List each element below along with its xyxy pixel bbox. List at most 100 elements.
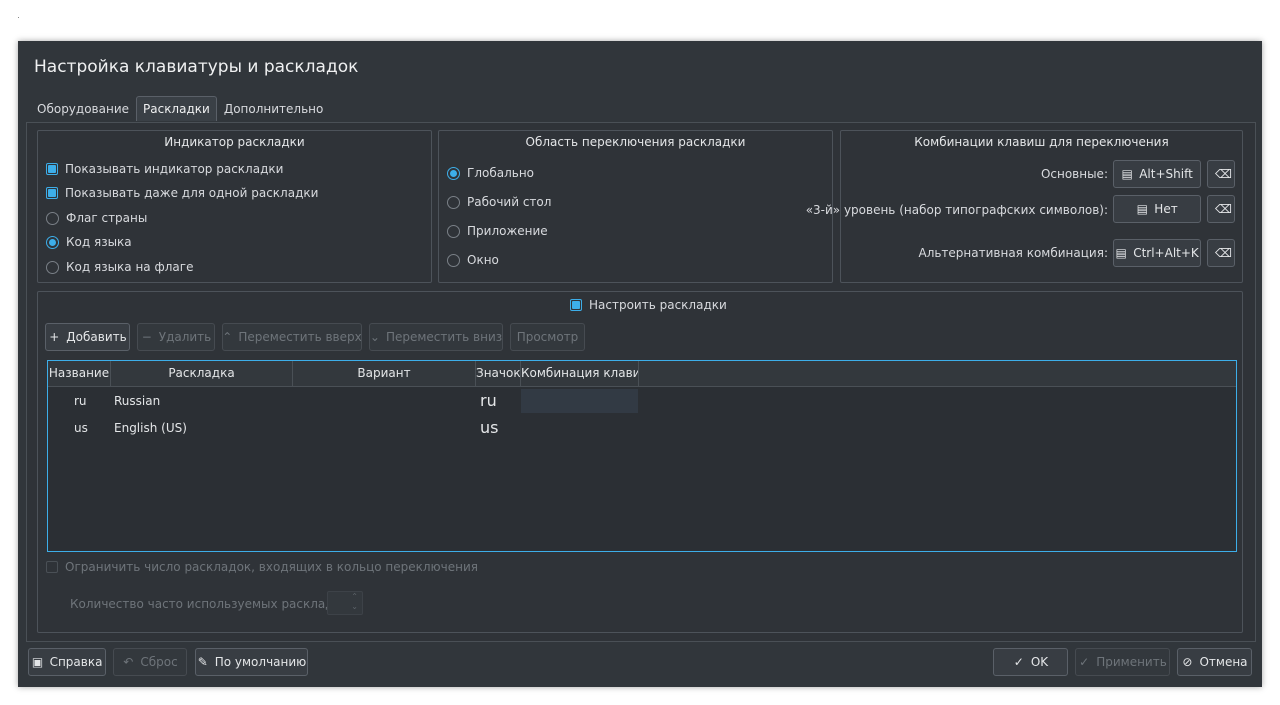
row-layout: English (US) <box>114 421 187 435</box>
chevron-up-icon: ⌃ <box>222 330 233 344</box>
indicator-group: Индикатор раскладки Показывать индикатор… <box>37 130 432 283</box>
add-layout-button[interactable]: + Добавить <box>45 323 130 351</box>
ok-button[interactable]: ✓ OK <box>993 648 1068 676</box>
col-label[interactable]: Значок <box>476 361 521 386</box>
plus-icon: + <box>49 330 60 344</box>
show-single-checkbox[interactable] <box>46 187 58 199</box>
layouts-group: Настроить раскладки + Добавить − Удалить… <box>37 291 1243 633</box>
layout-count-label-row: Количество часто используемых раскладок: <box>70 595 352 613</box>
country-flag-radio[interactable] <box>46 211 59 225</box>
scope-desktop-option[interactable]: Рабочий стол <box>447 193 551 211</box>
scope-global-option[interactable]: Глобально <box>447 164 534 182</box>
show-single-label: Показывать даже для одной раскладки <box>65 186 319 200</box>
main-shortcut-button[interactable]: ▤ Alt+Shift <box>1113 160 1201 188</box>
undo-icon: ↶ <box>123 655 134 669</box>
preview-button[interactable]: Просмотр <box>510 323 585 351</box>
row-name: us <box>74 421 88 435</box>
switching-scope-group: Область переключения раскладки Глобально… <box>438 130 833 283</box>
add-layout-label: Добавить <box>66 330 127 344</box>
window-title: Настройка клавиатуры и раскладок <box>34 57 359 77</box>
country-flag-label: Флаг страны <box>66 211 148 225</box>
clear-icon: ⌫ <box>1215 167 1232 181</box>
scope-group-title: Область переключения раскладки <box>525 135 746 149</box>
main-shortcut-value: Alt+Shift <box>1139 167 1193 181</box>
limit-layouts-checkbox[interactable] <box>46 561 58 573</box>
document-edit-icon: ✎ <box>197 655 208 669</box>
lang-code-flag-option[interactable]: Код языка на флаге <box>46 258 193 276</box>
tab-advanced[interactable]: Дополнительно <box>217 96 331 121</box>
lang-code-radio[interactable] <box>46 235 59 249</box>
show-indicator-checkbox[interactable] <box>46 163 58 175</box>
clear-icon: ⌫ <box>1215 202 1232 216</box>
help-button[interactable]: ▣ Справка <box>28 648 106 676</box>
defaults-label: По умолчанию <box>214 655 307 669</box>
remove-layout-button[interactable]: − Удалить <box>137 323 215 351</box>
table-header: Название Раскладка Вариант Значок Комбин… <box>48 361 1236 387</box>
configure-layouts-label: Настроить раскладки <box>589 298 727 312</box>
row-shortcut-cell[interactable] <box>521 389 638 413</box>
third-level-value: Нет <box>1154 202 1178 216</box>
alt-shortcut-value: Ctrl+Alt+K <box>1133 246 1199 260</box>
layout-count-spinbox[interactable]: ⌃ ⌄ <box>327 591 363 615</box>
scope-application-radio[interactable] <box>447 224 460 238</box>
apply-label: Применить <box>1096 655 1167 669</box>
limit-layouts-option[interactable]: Ограничить число раскладок, входящих в к… <box>46 558 478 576</box>
country-flag-option[interactable]: Флаг страны <box>46 209 147 227</box>
apply-button[interactable]: ✓ Применить <box>1075 648 1170 676</box>
clear-icon: ⌫ <box>1215 246 1232 260</box>
move-up-button[interactable]: ⌃ Переместить вверх <box>222 323 362 351</box>
lang-code-flag-radio[interactable] <box>46 260 59 274</box>
col-shortcut[interactable]: Комбинация клавиш <box>521 361 639 386</box>
row-layout: Russian <box>114 394 161 408</box>
clear-third-level-button[interactable]: ⌫ <box>1207 195 1235 223</box>
row-label: us <box>480 418 499 437</box>
configure-layouts-checkbox[interactable] <box>570 299 582 311</box>
minus-icon: − <box>141 330 152 344</box>
layouts-table[interactable]: Название Раскладка Вариант Значок Комбин… <box>47 360 1237 552</box>
spin-up-icon[interactable]: ⌃ <box>328 592 358 602</box>
reset-label: Сброс <box>140 655 178 669</box>
show-indicator-option[interactable]: Показывать индикатор раскладки <box>46 160 283 178</box>
defaults-button[interactable]: ✎ По умолчанию <box>195 648 308 676</box>
lang-code-option[interactable]: Код языка <box>46 233 132 251</box>
main-shortcut-label: Основные: <box>1040 167 1108 181</box>
tab-hardware[interactable]: Оборудование <box>30 96 136 121</box>
alt-shortcut-label: Альтернативная комбинация: <box>918 246 1108 260</box>
keyboard-icon: ▤ <box>1136 202 1148 216</box>
move-down-label: Переместить вниз <box>385 330 503 344</box>
clear-alt-shortcut-button[interactable]: ⌫ <box>1207 239 1235 267</box>
scope-desktop-radio[interactable] <box>447 195 460 209</box>
col-variant[interactable]: Вариант <box>293 361 476 386</box>
row-name: ru <box>74 394 87 408</box>
reset-button[interactable]: ↶ Сброс <box>113 648 187 676</box>
tab-layouts[interactable]: Раскладки <box>136 96 217 121</box>
scope-application-option[interactable]: Приложение <box>447 222 548 240</box>
move-down-button[interactable]: ⌄ Переместить вниз <box>369 323 503 351</box>
cancel-label: Отмена <box>1199 655 1248 669</box>
cancel-button[interactable]: ⊘ Отмена <box>1177 648 1252 676</box>
col-layout[interactable]: Раскладка <box>111 361 293 386</box>
indicator-group-title: Индикатор раскладки <box>164 135 305 149</box>
configure-layouts-option[interactable]: Настроить раскладки <box>570 296 727 314</box>
keyboard-settings-window: Настройка клавиатуры и раскладок Оборудо… <box>18 41 1262 687</box>
scope-global-label: Глобально <box>467 166 535 180</box>
help-icon: ▣ <box>31 655 44 669</box>
show-single-option[interactable]: Показывать даже для одной раскладки <box>46 184 318 202</box>
layout-count-label: Количество часто используемых раскладок: <box>70 597 353 611</box>
desktop-dot <box>18 17 19 18</box>
scope-window-radio[interactable] <box>447 253 460 267</box>
col-name[interactable]: Название <box>48 361 111 386</box>
limit-layouts-label: Ограничить число раскладок, входящих в к… <box>65 560 478 574</box>
remove-layout-label: Удалить <box>158 330 212 344</box>
alt-shortcut-button[interactable]: ▤ Ctrl+Alt+K <box>1113 239 1201 267</box>
lang-code-label: Код языка <box>66 235 132 249</box>
spin-down-icon[interactable]: ⌄ <box>328 602 358 612</box>
clear-main-shortcut-button[interactable]: ⌫ <box>1207 160 1235 188</box>
scope-global-radio[interactable] <box>447 166 460 180</box>
cancel-icon: ⊘ <box>1182 655 1193 669</box>
shortcuts-group-title: Комбинации клавиш для переключения <box>914 135 1169 149</box>
ok-label: OK <box>1030 655 1049 669</box>
scope-window-option[interactable]: Окно <box>447 251 499 269</box>
keyboard-icon: ▤ <box>1121 167 1133 181</box>
third-level-shortcut-button[interactable]: ▤ Нет <box>1113 195 1201 223</box>
